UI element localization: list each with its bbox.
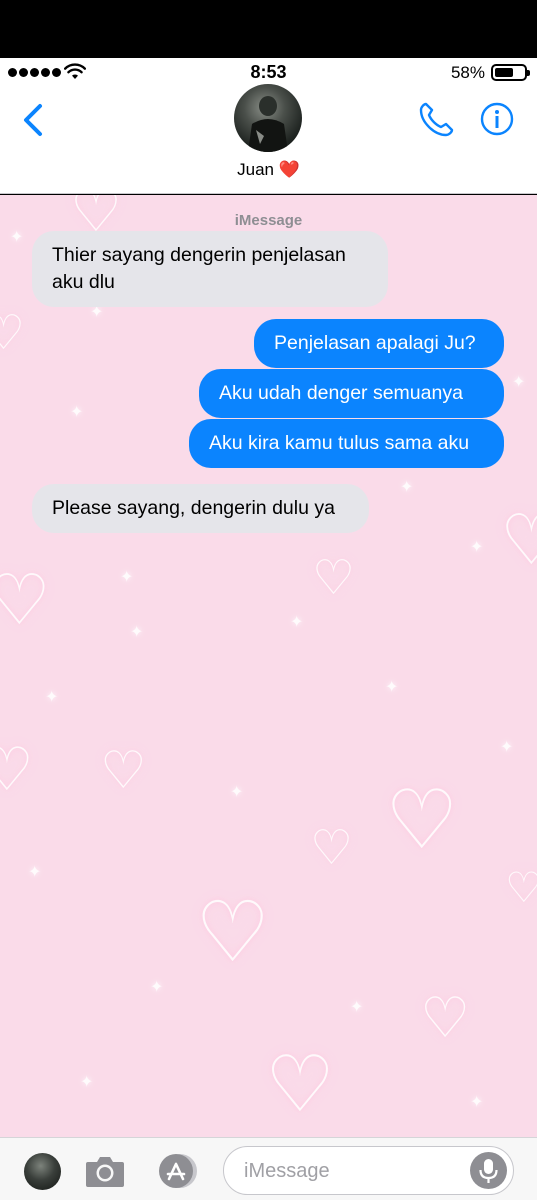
sparkle-decoration-icon: ✦ <box>512 374 526 391</box>
sparkle-decoration-icon: ✦ <box>80 1074 94 1091</box>
battery-icon <box>491 64 530 81</box>
conversation-header: Juan ❤️ <box>0 84 537 194</box>
outgoing-message[interactable]: Aku kira kamu tulus sama aku <box>189 419 504 468</box>
sparkle-decoration-icon: ✦ <box>28 864 42 881</box>
contact-name[interactable]: Juan ❤️ <box>0 160 537 180</box>
microphone-icon[interactable] <box>470 1152 507 1189</box>
camera-icon[interactable] <box>84 1152 126 1190</box>
sparkle-decoration-icon: ✦ <box>45 689 59 706</box>
avatar-photo <box>248 96 288 152</box>
incoming-message[interactable]: Thier sayang dengerin penjelasan aku dlu <box>32 231 388 307</box>
contact-avatar[interactable] <box>234 84 302 152</box>
sparkle-decoration-icon: ✦ <box>385 679 399 696</box>
heart-decoration-icon: ♡ <box>265 1040 335 1128</box>
sparkle-decoration-icon: ✦ <box>10 229 24 246</box>
battery-percentage: 58% <box>450 63 485 82</box>
heart-decoration-icon: ♡ <box>312 552 356 605</box>
outgoing-message[interactable]: Aku udah denger semuanya <box>199 369 504 418</box>
phone-icon[interactable] <box>418 100 456 138</box>
heart-decoration-icon: ♡ <box>100 742 147 800</box>
service-label: iMessage <box>234 212 303 229</box>
heart-decoration-icon: ♡ <box>505 864 537 911</box>
sparkle-decoration-icon: ✦ <box>150 979 164 996</box>
top-bezel <box>0 0 537 58</box>
heart-decoration-icon: ♡ <box>385 775 459 866</box>
sparkle-decoration-icon: ✦ <box>470 1094 484 1111</box>
sparkle-decoration-icon: ✦ <box>470 539 484 556</box>
heart-decoration-icon: ♡ <box>420 986 471 1049</box>
sparkle-decoration-icon: ✦ <box>350 999 364 1016</box>
message-input[interactable] <box>244 1156 464 1186</box>
sparkle-decoration-icon: ✦ <box>400 479 414 496</box>
message-thread[interactable]: ♡ ♡ ♡ ♡ ♡ ♡ ♡ ♡ ♡ ♡ ♡ ♡ ♡ ✦ ✦ ✦ ✦ ✦ ✦ ✦ … <box>0 195 537 1137</box>
chevron-left-icon[interactable] <box>18 100 48 140</box>
sparkle-decoration-icon: ✦ <box>130 624 144 641</box>
heart-decoration-icon: ♡ <box>0 561 51 639</box>
memoji-avatar-button[interactable] <box>24 1153 61 1190</box>
heart-decoration-icon: ♡ <box>310 822 354 875</box>
incoming-message[interactable]: Please sayang, dengerin dulu ya <box>32 484 369 533</box>
compose-bar <box>0 1137 537 1200</box>
sparkle-decoration-icon: ✦ <box>120 569 134 586</box>
sparkle-decoration-icon: ✦ <box>90 304 104 321</box>
heart-decoration-icon: ♡ <box>500 501 537 579</box>
heart-decoration-icon: ♡ <box>0 736 34 803</box>
sparkle-decoration-icon: ✦ <box>230 784 244 801</box>
heart-decoration-icon: ♡ <box>0 307 26 360</box>
heart-decoration-icon: ♡ <box>195 885 271 979</box>
sparkle-decoration-icon: ✦ <box>70 404 84 421</box>
info-icon[interactable] <box>480 102 514 136</box>
sparkle-decoration-icon: ✦ <box>500 739 514 756</box>
outgoing-message[interactable]: Penjelasan apalagi Ju? <box>254 319 504 368</box>
app-store-icon[interactable] <box>152 1152 202 1190</box>
message-input-field[interactable] <box>223 1146 514 1195</box>
sparkle-decoration-icon: ✦ <box>290 614 304 631</box>
